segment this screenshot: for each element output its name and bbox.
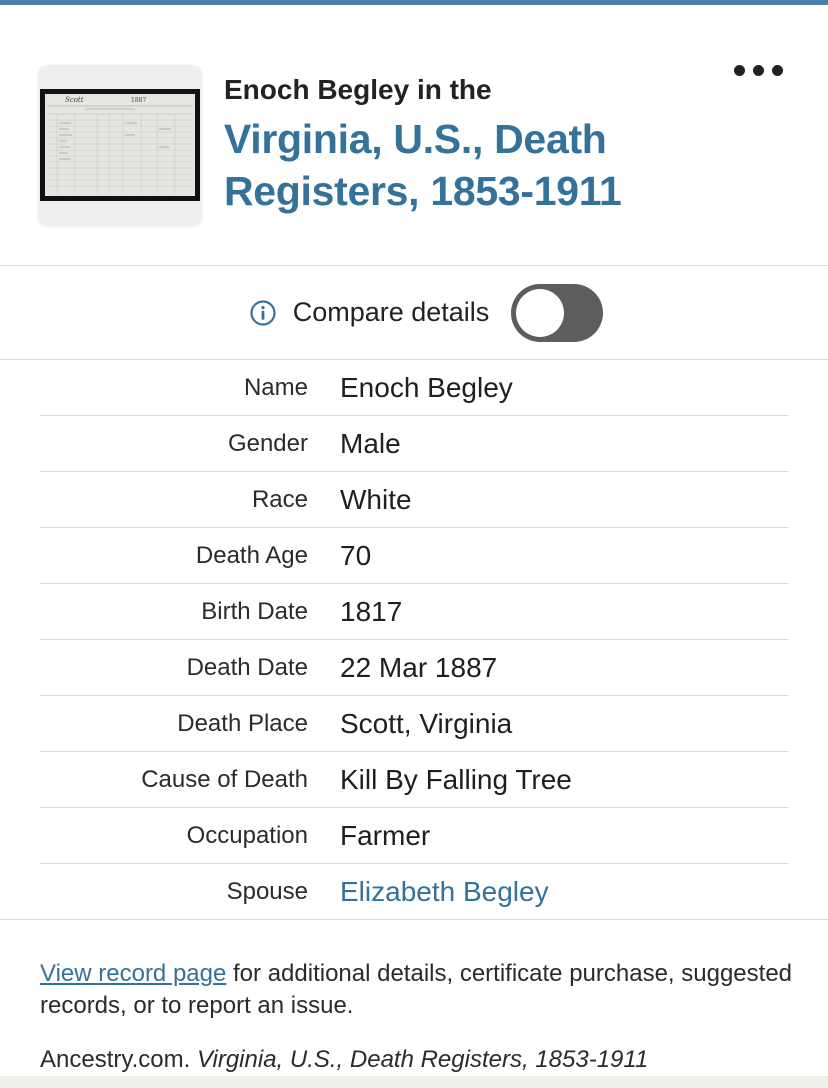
spouse-link[interactable]: Elizabeth Begley <box>308 876 549 908</box>
detail-row: Race White <box>40 472 788 528</box>
svg-text:Scott: Scott <box>65 96 84 104</box>
info-icon[interactable] <box>249 299 277 327</box>
detail-row: Name Enoch Begley <box>40 360 788 416</box>
register-page-image: Scott 1887 <box>45 94 195 196</box>
detail-value: 1817 <box>340 595 403 627</box>
detail-label: Gender <box>227 429 308 457</box>
collection-title-link[interactable]: Virginia, U.S., Death Registers, 1853-19… <box>224 113 694 217</box>
toggle-knob <box>516 288 565 337</box>
more-options-button[interactable] <box>726 55 790 85</box>
detail-label: Death Date <box>186 653 308 681</box>
detail-label: Death Place <box>177 709 308 737</box>
detail-row: Birth Date 1817 <box>40 584 788 640</box>
detail-row: Gender Male <box>40 416 788 472</box>
record-page-note: View record page for additional details,… <box>40 958 800 1022</box>
detail-label: Name <box>243 373 308 401</box>
detail-row: Death Age 70 <box>40 528 788 584</box>
more-dot-icon <box>752 64 764 76</box>
detail-value: 22 Mar 1887 <box>340 651 498 683</box>
detail-row: Spouse Elizabeth Begley <box>40 864 788 920</box>
record-image-thumbnail[interactable]: Scott 1887 <box>38 65 202 225</box>
more-dot-icon <box>733 64 745 76</box>
detail-label: Occupation <box>186 821 308 849</box>
detail-value: Kill By Falling Tree <box>340 763 572 795</box>
detail-row: Death Place Scott, Virginia <box>40 696 788 752</box>
citation-source: Ancestry.com. <box>40 1046 197 1073</box>
divider <box>0 919 828 920</box>
compare-details-row: Compare details <box>0 266 828 360</box>
citation-title: Virginia, U.S., Death Registers, 1853-19… <box>196 1046 649 1073</box>
record-person-heading: Enoch Begley in the <box>224 74 492 105</box>
detail-value: Farmer <box>340 819 431 851</box>
detail-label: Spouse <box>226 878 308 905</box>
detail-value: Enoch Begley <box>340 371 513 403</box>
view-record-page-link[interactable]: View record page <box>40 960 226 987</box>
detail-label: Race <box>251 485 308 513</box>
svg-text:1887: 1887 <box>131 97 146 104</box>
thumbnail-frame: Scott 1887 <box>40 89 200 201</box>
detail-row: Occupation Farmer <box>40 808 788 864</box>
detail-row: Cause of Death Kill By Falling Tree <box>40 752 788 808</box>
record-header: Scott 1887 Enoch Begley in the Virginia,… <box>0 5 828 266</box>
compare-details-toggle[interactable] <box>511 283 604 342</box>
compare-details-label: Compare details <box>292 297 490 327</box>
detail-value: Male <box>340 427 401 459</box>
record-details-table: Name Enoch Begley Gender Male Race White Death… <box>40 360 788 920</box>
detail-value: 70 <box>340 539 372 571</box>
source-citation: Ancestry.com. Virginia, U.S., Death Regi… <box>40 1044 820 1076</box>
detail-label: Cause of Death <box>141 765 308 793</box>
detail-label: Birth Date <box>201 597 308 625</box>
detail-row: Death Date 22 Mar 1887 <box>40 640 788 696</box>
record-title-block: Enoch Begley in the Virginia, U.S., Deat… <box>224 73 694 217</box>
detail-value: White <box>340 483 412 515</box>
detail-value: Scott, Virginia <box>340 707 513 739</box>
bottom-strip <box>0 1076 828 1088</box>
more-dot-icon <box>771 64 783 76</box>
detail-label: Death Age <box>195 541 308 569</box>
